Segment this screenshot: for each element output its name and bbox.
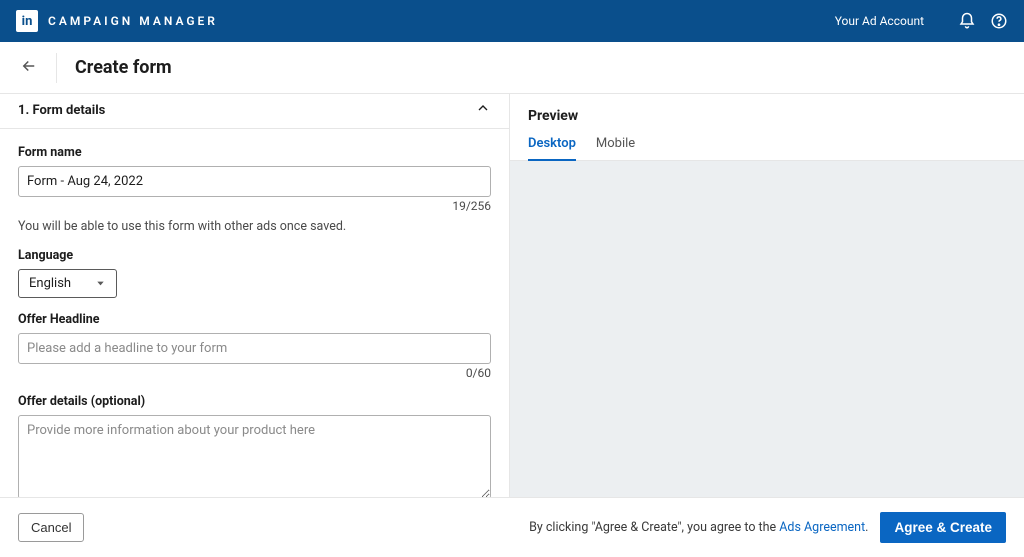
page-title: Create form — [75, 57, 172, 78]
top-banner: in CAMPAIGN MANAGER Your Ad Account — [0, 0, 1024, 42]
help-icon[interactable] — [990, 12, 1008, 30]
offer-details-textarea[interactable] — [18, 415, 491, 497]
language-select[interactable]: English — [18, 269, 117, 298]
offer-headline-label: Offer Headline — [18, 312, 491, 327]
preview-canvas — [510, 161, 1024, 497]
section-form-details-header[interactable]: 1. Form details — [0, 94, 509, 129]
cancel-button[interactable]: Cancel — [18, 513, 84, 542]
offer-details-label: Offer details (optional) — [18, 394, 491, 409]
account-switcher[interactable]: Your Ad Account — [835, 14, 924, 28]
back-button[interactable] — [20, 57, 38, 79]
ads-agreement-link[interactable]: Ads Agreement — [779, 520, 865, 535]
legal-text: By clicking "Agree & Create", you agree … — [529, 520, 868, 535]
form-name-input[interactable] — [18, 166, 491, 197]
page-footer: Cancel By clicking "Agree & Create", you… — [0, 497, 1024, 557]
form-name-hint: You will be able to use this form with o… — [18, 219, 491, 234]
divider — [56, 53, 57, 83]
offer-headline-counter: 0/60 — [18, 366, 491, 380]
agree-create-button[interactable]: Agree & Create — [880, 512, 1006, 543]
offer-headline-input[interactable] — [18, 333, 491, 364]
section-title: 1. Form details — [18, 103, 105, 118]
page-subheader: Create form — [0, 42, 1024, 94]
language-label: Language — [18, 248, 491, 263]
form-name-counter: 19/256 — [18, 199, 491, 213]
language-value: English — [29, 276, 71, 291]
preview-tabs: Desktop Mobile — [510, 124, 1024, 161]
preview-heading: Preview — [510, 94, 1024, 124]
tab-desktop[interactable]: Desktop — [528, 136, 576, 161]
bell-icon[interactable] — [958, 12, 976, 30]
caret-down-icon — [95, 278, 106, 289]
tab-mobile[interactable]: Mobile — [596, 136, 635, 160]
product-name: CAMPAIGN MANAGER — [48, 14, 218, 28]
form-name-label: Form name — [18, 145, 491, 160]
chevron-up-icon — [475, 100, 491, 120]
linkedin-logo-icon: in — [16, 10, 38, 32]
